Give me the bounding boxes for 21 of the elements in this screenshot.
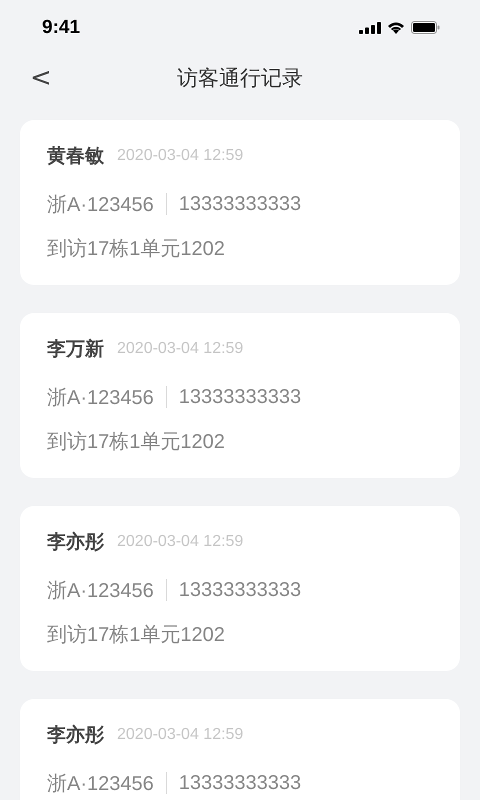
visitor-name: 黄春敏	[47, 145, 104, 169]
visitor-name: 李亦彤	[47, 724, 104, 748]
visit-address: 到访17栋1单元1202	[47, 236, 226, 262]
phone-number: 13333333333	[178, 386, 302, 408]
visitor-name: 李亦彤	[47, 530, 104, 555]
wifi-icon	[387, 21, 405, 34]
signal-icon	[359, 22, 381, 34]
status-time: 9:41	[42, 16, 80, 38]
back-button[interactable]: <	[24, 61, 58, 95]
phone-number: 13333333333	[178, 578, 302, 602]
phone-number: 13333333333	[178, 772, 302, 794]
plate-number: 浙A·123456	[47, 386, 154, 410]
plate-number: 浙A·123456	[47, 772, 154, 796]
battery-icon	[411, 21, 440, 34]
visitor-name: 李万新	[47, 338, 104, 362]
plate-number: 浙A·123456	[47, 578, 154, 604]
visit-address: 到访17栋1单元1202	[47, 430, 226, 454]
visit-address: 到访17栋1单元1202	[47, 622, 226, 648]
page-title: 访客通行记录	[177, 66, 303, 92]
plate-number: 浙A·123456	[47, 192, 154, 218]
phone-number: 13333333333	[178, 192, 302, 216]
